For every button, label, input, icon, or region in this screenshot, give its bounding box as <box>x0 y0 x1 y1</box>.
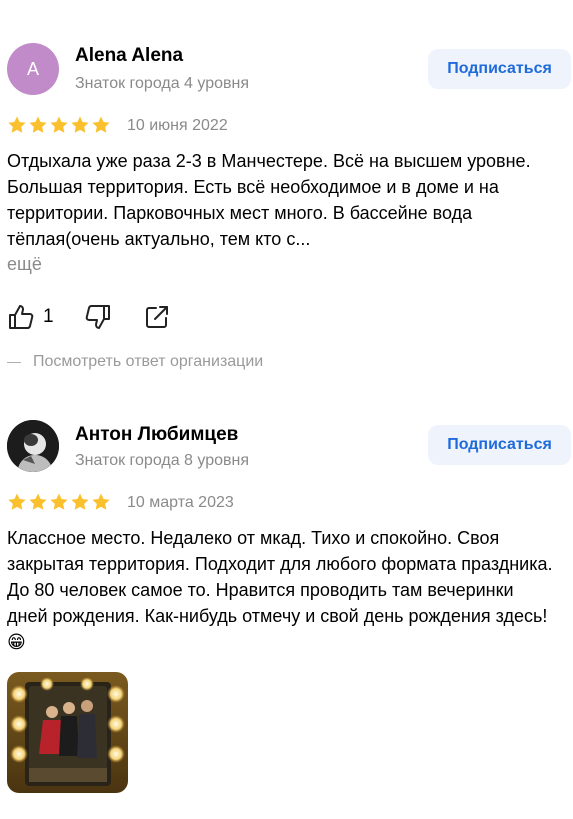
divider <box>7 361 21 363</box>
review-actions: 1 <box>7 303 171 331</box>
share-icon <box>145 306 168 328</box>
review-date: 10 марта 2023 <box>127 494 234 511</box>
org-reply-label: Посмотреть ответ организации <box>33 353 264 370</box>
user-photo-icon <box>7 420 59 472</box>
subscribe-button[interactable]: Подписаться <box>428 49 571 89</box>
star-icon <box>7 492 27 512</box>
review-date: 10 июня 2022 <box>127 117 228 134</box>
star-icon <box>28 115 48 135</box>
rating-stars <box>7 115 111 135</box>
show-more-link[interactable]: ещё <box>7 254 42 275</box>
review-text: Классное место. Недалеко от мкад. Тихо и… <box>7 528 553 652</box>
avatar[interactable]: A <box>7 43 59 95</box>
author-level: Знаток города 8 уровня <box>75 452 250 469</box>
star-icon <box>7 115 27 135</box>
thumbs-down-icon <box>85 305 110 329</box>
org-reply-link[interactable]: Посмотреть ответ организации <box>7 353 263 371</box>
rating-stars <box>7 492 111 512</box>
author-level: Знаток города 4 уровня <box>75 75 250 92</box>
review-photo[interactable] <box>7 672 128 793</box>
share-button[interactable] <box>143 303 171 331</box>
party-photo-image <box>7 672 128 793</box>
like-button[interactable]: 1 <box>7 303 54 331</box>
star-icon <box>91 115 111 135</box>
review-text: Отдыхала уже раза 2-3 в Манчестере. Всё … <box>7 151 531 249</box>
like-count: 1 <box>43 306 54 327</box>
star-icon <box>49 492 69 512</box>
dislike-button[interactable] <box>84 303 112 331</box>
star-icon <box>28 492 48 512</box>
avatar-letter: A <box>26 58 39 79</box>
star-icon <box>70 115 90 135</box>
author-name[interactable]: Alena Alena <box>75 45 183 67</box>
author-name[interactable]: Антон Любимцев <box>75 424 238 446</box>
thumbs-up-icon <box>9 305 34 329</box>
star-icon <box>49 115 69 135</box>
subscribe-button[interactable]: Подписаться <box>428 425 571 465</box>
avatar[interactable] <box>7 420 59 472</box>
star-icon <box>70 492 90 512</box>
star-icon <box>91 492 111 512</box>
